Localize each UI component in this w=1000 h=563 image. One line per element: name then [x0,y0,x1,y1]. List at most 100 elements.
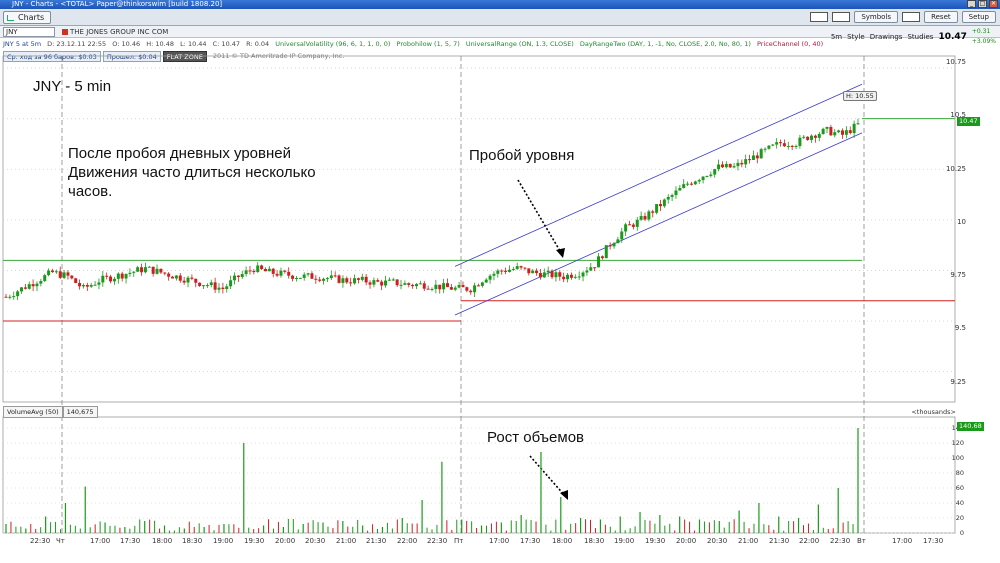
candle-body [260,265,264,270]
candle-body [678,187,682,191]
candle-body [12,296,16,298]
candle-body [779,142,783,144]
candle-body [422,283,426,289]
candle-body [449,287,453,290]
candle-body [430,288,434,290]
candle-body [415,284,419,287]
annotation-line: часов. [68,183,113,200]
candle-body [655,204,659,213]
time-axis-label: 19:30 [645,537,666,545]
candle-body [496,270,500,274]
volume-axis-label: 100 [951,454,964,462]
candle-body [562,276,566,280]
candle-body [171,276,175,279]
candle-body [356,278,360,280]
candle-body [380,281,384,286]
high-badge: H: 10.55 [843,91,877,101]
price-axis-label: 10 [957,218,966,226]
candle-body [732,166,736,168]
candle-body [546,270,550,273]
candle-body [833,132,837,136]
candle-body [78,282,82,287]
time-axis-label: 20:30 [707,537,728,545]
time-axis-label: 19:30 [244,537,265,545]
time-axis-label: 22:30 [30,537,51,545]
volume-axis-label: 80 [955,469,964,477]
candle-body [50,270,54,273]
candle-body [523,267,527,269]
candle-body [360,276,364,280]
volume-study-name[interactable]: VolumeAvg (50) [3,406,63,418]
candle-body [109,276,113,282]
candle-body [500,270,504,272]
time-axis-label: 17:30 [923,537,944,545]
volume-arrow [529,455,567,498]
candle-body [852,123,856,134]
time-axis-label: 21:30 [366,537,387,545]
candle-body [202,285,206,287]
candle-body [465,287,469,291]
candle-body [120,273,124,279]
volume-axis-label: 40 [955,499,964,507]
candle-body [608,245,612,247]
candle-body [376,280,380,282]
annotation-line: Движения часто длиться несколько [68,164,316,181]
time-axis-label: 17:00 [90,537,111,545]
candle-body [81,284,85,287]
candle-body [651,211,655,213]
candle-body [577,276,581,278]
candle-body [554,272,558,278]
candle-body [837,130,841,133]
annotation-line: После пробоя дневных уровней [68,145,291,162]
candle-body [434,284,438,289]
volume-axis-label: 120 [951,439,964,447]
candle-body [283,270,287,272]
candle-body [740,162,744,165]
volume-units-label: <thousands> [911,408,956,416]
candle-body [775,142,779,145]
candle-body [635,219,639,227]
last-volume-tag: 140.68 [957,422,984,431]
candle-body [786,145,790,147]
price-chart[interactable] [0,0,1000,563]
time-axis-label: 19:00 [213,537,234,545]
candle-body [47,270,51,276]
chart-annotation-body: После пробоя дневных уровней Движения ча… [68,144,316,201]
candle-body [85,284,89,287]
candle-body [209,282,213,286]
candle-body [294,278,298,280]
candle-body [697,180,701,182]
channel-upper [454,83,863,267]
candle-body [469,290,473,293]
time-axis-label: 21:00 [336,537,357,545]
candle-body [813,135,817,138]
candle-body [841,130,845,135]
candle-body [411,284,415,287]
candle-body [190,277,194,279]
candle-body [790,145,794,147]
candle-body [662,199,666,207]
candle-body [124,273,128,279]
candle-body [407,283,411,285]
candle-body [384,280,388,286]
candle-body [155,268,159,274]
candle-body [802,136,806,138]
volume-axis-label: 0 [959,529,964,537]
candle-body [132,271,136,273]
candle-body [453,287,457,290]
candle-body [457,285,461,288]
candle-body [178,275,182,281]
candle-body [825,126,829,129]
candle-body [519,266,523,268]
candle-body [368,282,372,285]
candle-body [31,284,35,287]
candle-body [782,143,786,147]
candle-body [473,285,477,293]
candle-body [167,273,171,277]
candle-body [674,190,678,196]
candle-body [658,204,662,207]
candle-body [643,216,647,220]
candle-body [620,231,624,240]
candle-body [550,270,554,278]
breakout-arrowhead [556,248,565,258]
